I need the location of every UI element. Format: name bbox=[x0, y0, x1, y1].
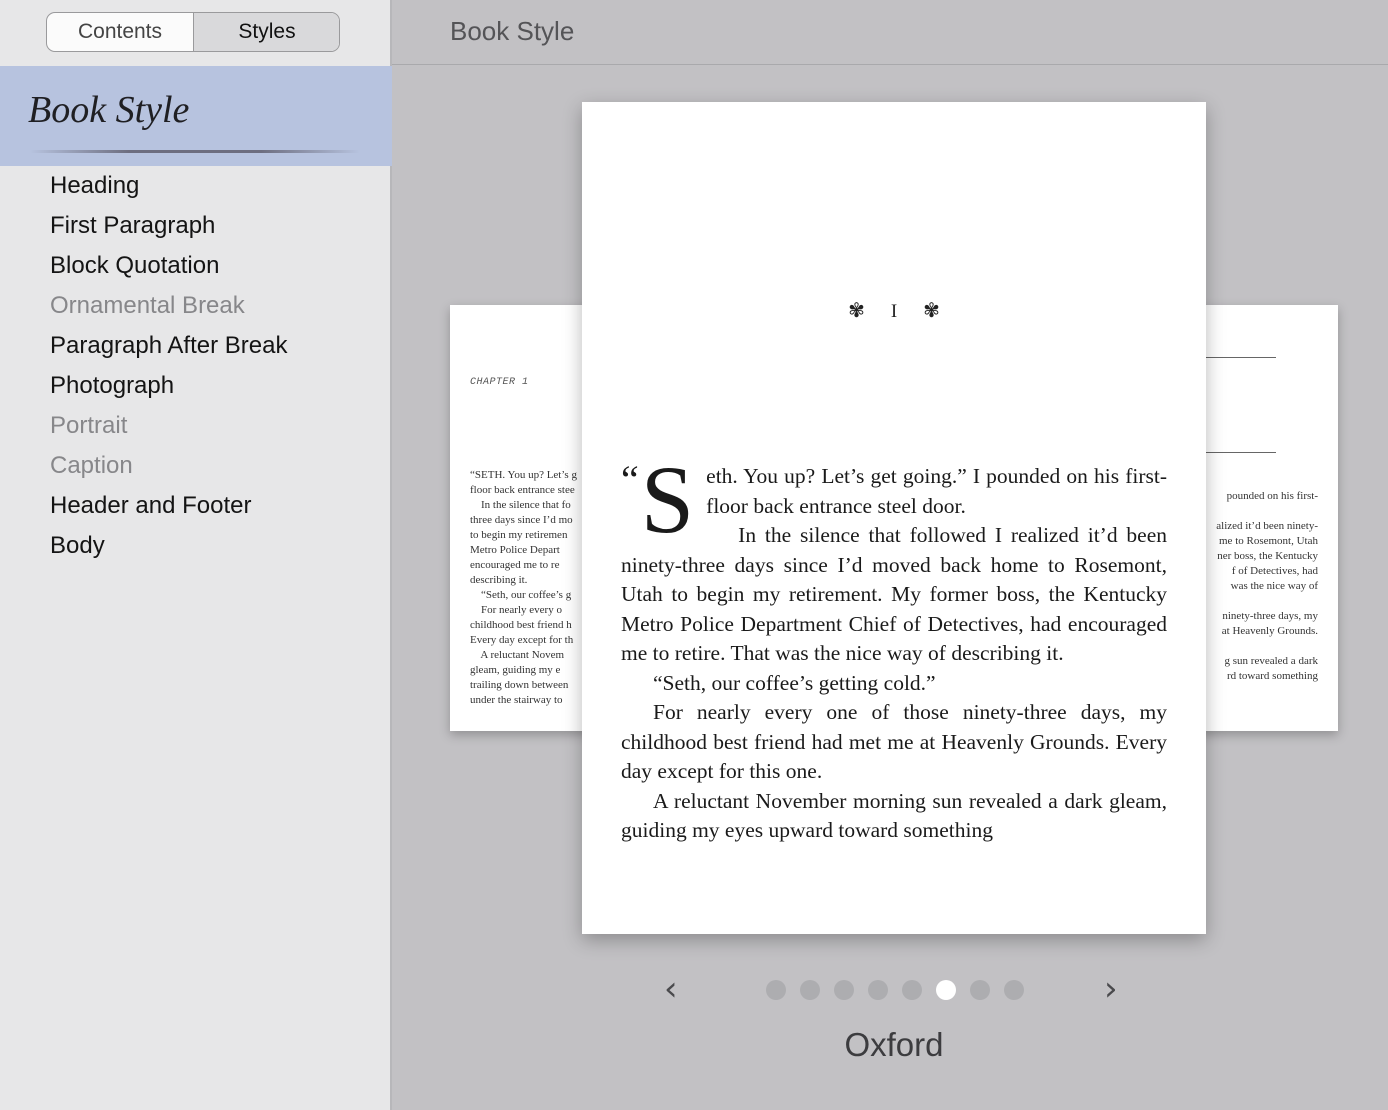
page-text-line: ninety-three days, my bbox=[1222, 610, 1318, 622]
body-paragraph: For nearly every one of those ninety-thr… bbox=[621, 700, 1167, 783]
style-item-body[interactable]: Body bbox=[0, 526, 392, 566]
theme-name: Oxford bbox=[844, 1026, 944, 1063]
style-item-block-quotation[interactable]: Block Quotation bbox=[0, 246, 392, 286]
style-item-ornamental-break[interactable]: Ornamental Break bbox=[0, 286, 392, 326]
next-style-button[interactable]: › bbox=[1104, 970, 1118, 1008]
page-text-line: “Seth, our coffee’s g bbox=[470, 589, 572, 601]
page-text-line: f of Detectives, had bbox=[1231, 565, 1318, 577]
previous-style-button[interactable]: ‹ bbox=[664, 970, 678, 1008]
preview-page-main: ✾ I ✾ “Seth. You up? Let’s get going.” I p… bbox=[582, 102, 1206, 934]
page-text-line bbox=[1216, 639, 1318, 654]
style-item-portrait[interactable]: Portrait bbox=[0, 406, 392, 446]
page-text-line: g sun revealed a dark bbox=[1224, 655, 1318, 667]
styles-tab[interactable]: Styles bbox=[194, 13, 339, 51]
page-text-line: alized it’d been ninety- bbox=[1216, 520, 1318, 532]
first-paragraph-text: eth. You up? Let’s get going.” I pounded… bbox=[706, 464, 1167, 518]
page-text-line: was the nice way of bbox=[1230, 580, 1318, 592]
page-text-line bbox=[1216, 594, 1318, 609]
sidebar: Contents Styles Book Style Heading First … bbox=[0, 0, 392, 1110]
style-item-header-and-footer[interactable]: Header and Footer bbox=[0, 486, 392, 526]
page-text-line: at Heavenly Grounds. bbox=[1221, 625, 1318, 637]
page-text-line: For nearly every o bbox=[470, 604, 562, 616]
page-text-line: describing it. bbox=[470, 574, 528, 586]
style-item-caption[interactable]: Caption bbox=[0, 446, 392, 486]
sidebar-toolbar: Contents Styles bbox=[0, 0, 390, 65]
page-dot[interactable] bbox=[766, 980, 786, 1000]
book-style-header[interactable]: Book Style bbox=[0, 66, 392, 166]
page-text-line: A reluctant Novem bbox=[470, 649, 565, 661]
preview-page-left[interactable]: CHAPTER 1 “SETH. You up? Let’s g floor ba… bbox=[450, 305, 590, 731]
chapter-label: CHAPTER 1 bbox=[470, 377, 529, 388]
page-dot[interactable] bbox=[834, 980, 854, 1000]
chapter-ornament: ✾ I ✾ bbox=[582, 298, 1206, 323]
contents-styles-toggle: Contents Styles bbox=[46, 12, 340, 52]
page-text-line: Every day except for th bbox=[470, 634, 574, 646]
main-header: Book Style bbox=[392, 0, 1388, 65]
header-rule bbox=[1206, 452, 1276, 453]
page-text-line: encouraged me to re bbox=[470, 559, 560, 571]
style-item-heading[interactable]: Heading bbox=[0, 166, 392, 206]
chapter-number: I bbox=[890, 301, 898, 322]
page-text-line: ner boss, the Kentucky bbox=[1217, 550, 1318, 562]
drop-cap: S bbox=[640, 446, 695, 553]
style-item-first-paragraph[interactable]: First Paragraph bbox=[0, 206, 392, 246]
page-dot-active[interactable] bbox=[936, 980, 956, 1000]
fleuron-right-icon: ✾ bbox=[923, 300, 940, 322]
page-text-line: pounded on his first- bbox=[1226, 490, 1318, 502]
contents-tab[interactable]: Contents bbox=[47, 13, 194, 51]
body-paragraph: A reluctant November morning sun reveale… bbox=[621, 788, 1167, 843]
body-paragraph: “Seth, our coffee’s getting cold.” bbox=[653, 670, 936, 695]
fleuron-left-icon: ✾ bbox=[848, 300, 865, 322]
page-dot[interactable] bbox=[902, 980, 922, 1000]
page-text-line: gleam, guiding my e bbox=[470, 664, 561, 676]
page-dot[interactable] bbox=[800, 980, 820, 1000]
page-dot[interactable] bbox=[1004, 980, 1024, 1000]
preview-page-right[interactable]: pounded on his first-alized it’d been ni… bbox=[1198, 305, 1338, 731]
style-item-paragraph-after-break[interactable]: Paragraph After Break bbox=[0, 326, 392, 366]
body-paragraph: In the silence that followed I realized … bbox=[621, 523, 1167, 665]
page-text-line: Metro Police Depart bbox=[470, 544, 560, 556]
page-text-line: three days since I’d mo bbox=[470, 514, 573, 526]
page-text-line: floor back entrance stee bbox=[470, 484, 575, 496]
left-page-text: “SETH. You up? Let’s g floor back entranc… bbox=[470, 468, 577, 708]
first-paragraph: “Seth. You up? Let’s get going.” I pound… bbox=[621, 452, 1167, 548]
page-text-line: In the silence that fo bbox=[470, 499, 571, 511]
open-quote: “ bbox=[621, 457, 639, 502]
page-text-line: under the stairway to bbox=[470, 694, 563, 706]
ornamental-rule bbox=[30, 150, 360, 153]
book-style-title: Book Style bbox=[28, 89, 190, 131]
style-item-photograph[interactable]: Photograph bbox=[0, 366, 392, 406]
page-text-line: trailing down between bbox=[470, 679, 569, 691]
page-dot[interactable] bbox=[970, 980, 990, 1000]
page-text-line: me to Rosemont, Utah bbox=[1219, 535, 1318, 547]
page-text-line: to begin my retiremen bbox=[470, 529, 568, 541]
page-indicator bbox=[766, 980, 1038, 1000]
page-dot[interactable] bbox=[868, 980, 888, 1000]
page-text-line bbox=[1216, 504, 1318, 519]
right-page-text: pounded on his first-alized it’d been ni… bbox=[1216, 489, 1318, 684]
page-body: “Seth. You up? Let’s get going.” I pound… bbox=[621, 452, 1167, 846]
header-rule bbox=[1206, 357, 1276, 358]
page-title: Book Style bbox=[450, 16, 575, 46]
page-text-line: “SETH. You up? Let’s g bbox=[470, 469, 577, 481]
page-text-line: rd toward something bbox=[1226, 670, 1318, 682]
style-list: Heading First Paragraph Block Quotation Orn… bbox=[0, 166, 392, 566]
page-text-line: childhood best friend h bbox=[470, 619, 572, 631]
